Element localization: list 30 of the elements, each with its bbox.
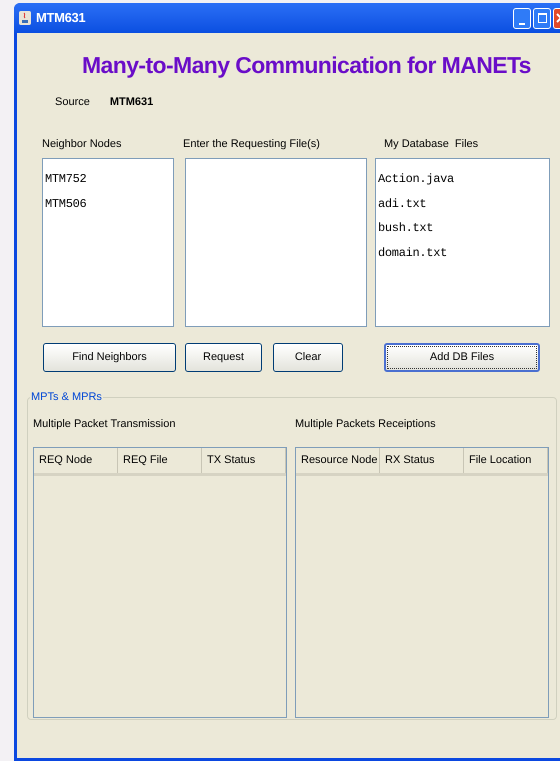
table-title: Multiple Packet Transmission	[33, 417, 176, 432]
maximize-button[interactable]	[533, 8, 551, 28]
window-title: MTM631	[36, 9, 86, 28]
source-value: MTM631	[110, 94, 154, 110]
source-label: Source	[55, 94, 90, 110]
action-button[interactable]: Find Neighbors	[43, 343, 176, 372]
list-item[interactable]: MTM752	[45, 167, 171, 192]
action-button[interactable]: Request	[185, 343, 262, 372]
list-item[interactable]: adi.txt	[378, 192, 547, 216]
app-heading: Many-to-Many Communication for MANETs	[82, 51, 532, 80]
minimize-button[interactable]	[513, 8, 531, 28]
column-header[interactable]: REQ File	[118, 448, 202, 473]
list-box[interactable]: MTM752 MTM506	[42, 158, 174, 327]
column-header[interactable]: RX Status	[380, 448, 464, 473]
action-button[interactable]: Clear	[273, 343, 343, 372]
file-request-list[interactable]	[185, 158, 367, 327]
action-button[interactable]: Add DB Files	[384, 343, 540, 372]
panel-label: My Database Files	[384, 136, 480, 152]
panel-label: Enter the Requesting File(s)	[183, 136, 321, 152]
panel-label: Neighbor Nodes	[42, 136, 122, 152]
list-item[interactable]: domain.txt	[378, 240, 547, 265]
list-item[interactable]: MTM506	[45, 192, 171, 216]
list-box[interactable]: Action.java adi.txt bush.txt domain.txt	[375, 158, 550, 327]
list-item[interactable]: bush.txt	[378, 216, 547, 240]
table-title: Multiple Packets Receiptions	[295, 417, 437, 432]
column-header[interactable]: File Location	[464, 448, 548, 473]
column-header[interactable]: REQ Node	[34, 448, 118, 473]
column-header[interactable]: Resource Node	[296, 448, 380, 473]
column-header[interactable]: TX Status	[202, 448, 286, 473]
list-item[interactable]: Action.java	[378, 167, 547, 192]
